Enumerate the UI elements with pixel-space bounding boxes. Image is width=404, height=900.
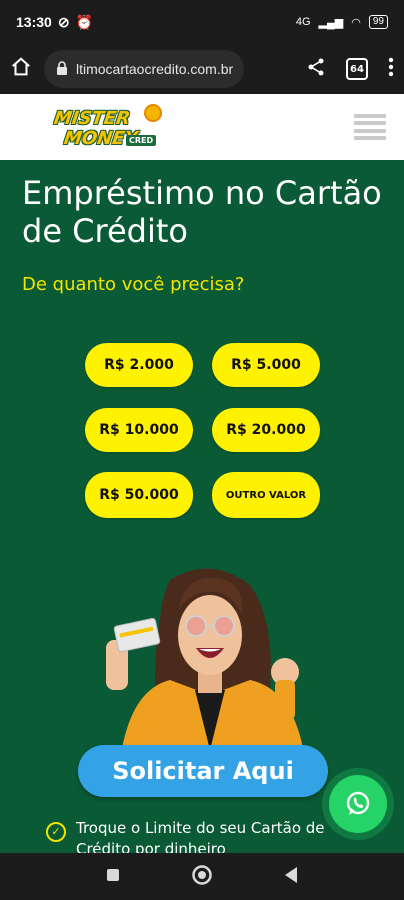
lock-icon xyxy=(56,60,68,78)
amount-button-5000[interactable]: R$ 5.000 xyxy=(212,343,320,387)
other-amount-button[interactable]: OUTRO VALOR xyxy=(212,472,320,518)
coin-icon xyxy=(144,104,162,122)
benefit-text: Troque o Limite do seu Cartão de Crédito… xyxy=(76,819,325,853)
page-title: Empréstimo no Cartão de Crédito xyxy=(22,174,382,251)
amount-button-2000[interactable]: R$ 2.000 xyxy=(85,343,193,387)
woman-with-card-image xyxy=(100,560,320,760)
menu-icon[interactable] xyxy=(354,112,386,142)
whatsapp-icon xyxy=(329,775,387,833)
amount-button-50000[interactable]: R$ 50.000 xyxy=(85,472,193,518)
check-circle-icon: ✓ xyxy=(46,822,66,842)
status-bar: 13:30 ⊘ ⏰ 4G ▂▄▆ ◠ 99 xyxy=(0,0,404,44)
share-icon[interactable] xyxy=(306,57,326,81)
browser-toolbar: ltimocartaocredito.com.br 64 xyxy=(0,44,404,94)
network-label: 4G xyxy=(295,16,311,28)
solicitar-button[interactable]: Solicitar Aqui xyxy=(78,745,328,797)
amount-button-20000[interactable]: R$ 20.000 xyxy=(212,408,320,452)
site-logo[interactable]: MISTER MONEY CRED xyxy=(53,100,164,154)
amount-button-10000[interactable]: R$ 10.000 xyxy=(85,408,193,452)
overflow-menu-icon[interactable] xyxy=(388,57,394,81)
home-nav-icon[interactable] xyxy=(191,864,213,890)
recents-icon[interactable] xyxy=(105,867,121,887)
url-text: ltimocartaocredito.com.br xyxy=(76,61,234,77)
back-icon[interactable] xyxy=(283,866,299,888)
tabs-count-button[interactable]: 64 xyxy=(346,58,368,80)
status-time: 13:30 xyxy=(16,14,52,30)
site-header: MISTER MONEY CRED xyxy=(0,94,404,160)
alarm-icon: ⏰ xyxy=(75,13,93,30)
benefit-item: ✓ Troque o Limite do seu Cartão de Crédi… xyxy=(46,818,356,853)
page-subtitle: De quanto você precisa? xyxy=(22,274,245,295)
battery-icon: 99 xyxy=(368,15,388,29)
system-nav-bar xyxy=(0,853,404,900)
whatsapp-button[interactable] xyxy=(322,768,394,840)
home-icon[interactable] xyxy=(10,56,32,82)
signal-icon: ▂▄▆ xyxy=(318,16,344,29)
hero-section: Empréstimo no Cartão de Crédito De quant… xyxy=(0,160,404,853)
wifi-icon: ◠ xyxy=(351,16,361,29)
address-bar[interactable]: ltimocartaocredito.com.br xyxy=(44,50,244,88)
notification-icon: ⊘ xyxy=(57,13,70,30)
